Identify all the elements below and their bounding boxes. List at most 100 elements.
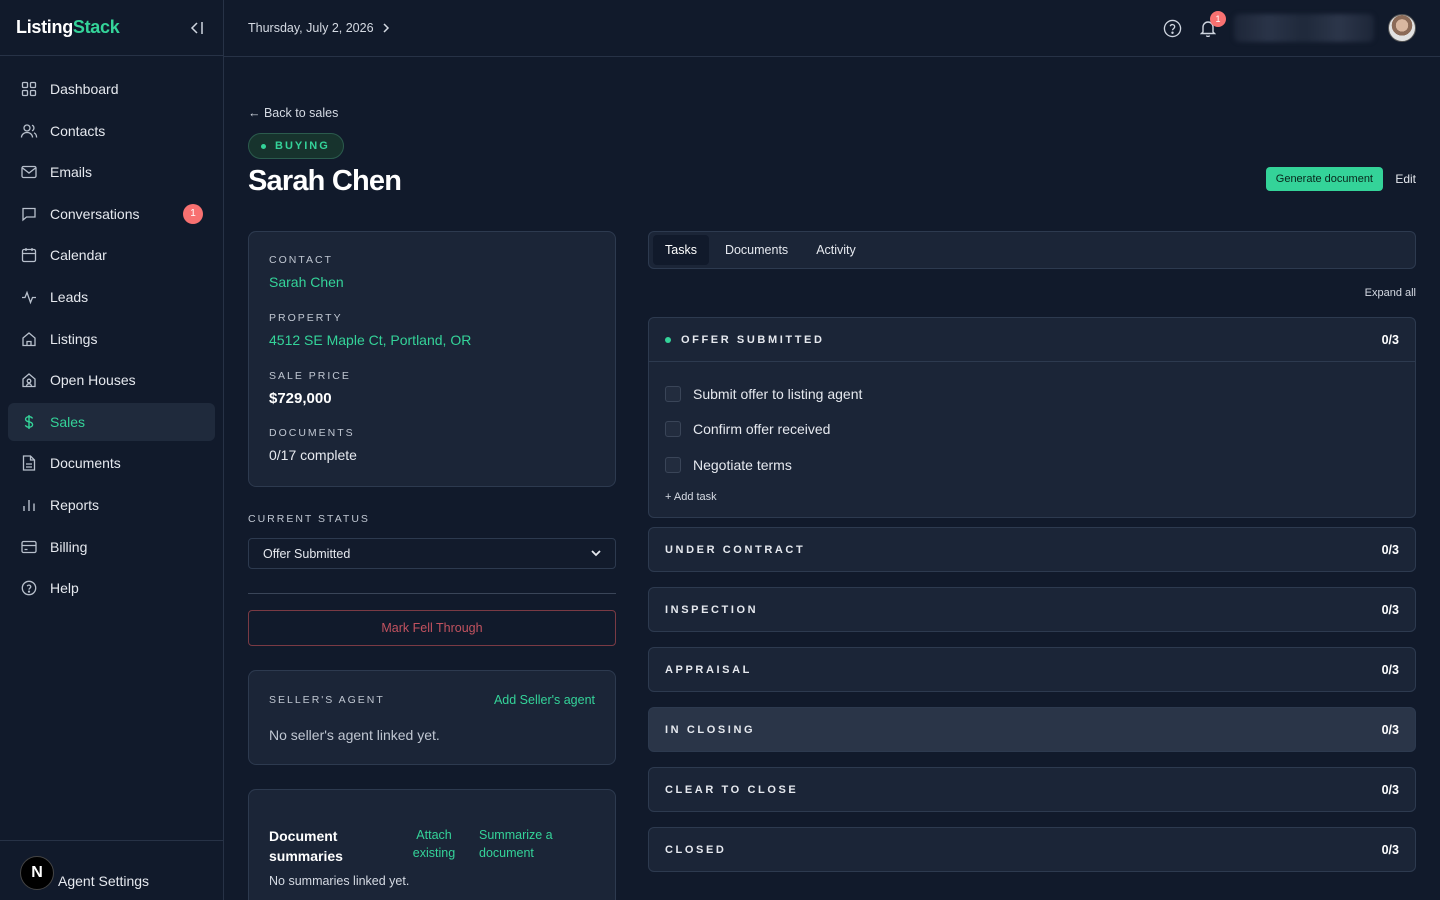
home-icon xyxy=(20,330,38,348)
stage-header[interactable]: UNDER CONTRACT 0/3 xyxy=(649,528,1415,571)
stage-header[interactable]: APPRAISAL 0/3 xyxy=(649,648,1415,691)
stage-count: 0/3 xyxy=(1381,842,1399,857)
page-title: Sarah Chen xyxy=(248,165,402,197)
help-circle-icon xyxy=(20,579,38,597)
attach-existing-link[interactable]: Attach existing xyxy=(399,826,469,862)
top-actions: 1 xyxy=(1162,11,1416,42)
stage-name: IN CLOSING xyxy=(665,723,756,736)
add-sellers-agent-link[interactable]: Add Seller's agent xyxy=(494,693,595,707)
collapse-sidebar-icon[interactable] xyxy=(187,18,207,38)
current-stage-dot xyxy=(665,336,671,343)
contact-link[interactable]: Sarah Chen xyxy=(269,274,595,290)
chat-icon xyxy=(20,205,38,223)
back-to-sales-link[interactable]: ← Back to sales xyxy=(248,106,338,120)
bar-chart-icon xyxy=(20,496,38,514)
sidebar-item-label: Sales xyxy=(50,413,86,430)
sidebar-item-help[interactable]: Help xyxy=(8,569,215,607)
sale-price-label: SALE PRICE xyxy=(269,370,351,382)
add-task-button[interactable]: + Add task xyxy=(665,491,1399,503)
dashboard-icon xyxy=(20,80,38,98)
chevron-down-icon xyxy=(591,550,601,557)
stage-under-contract[interactable]: UNDER CONTRACT 0/3 xyxy=(648,527,1416,572)
sidebar-item-label: Contacts xyxy=(50,122,106,139)
workspace-avatar[interactable]: N xyxy=(20,855,54,890)
mark-fell-through-button[interactable]: Mark Fell Through xyxy=(248,610,616,646)
pill-dot xyxy=(261,143,266,149)
status-selected-value: Offer Submitted xyxy=(263,546,351,561)
open-house-icon xyxy=(20,371,38,389)
sidebar-item-label: Billing xyxy=(50,538,88,555)
generate-document-button[interactable]: Generate document xyxy=(1265,167,1383,191)
stage-in-closing[interactable]: IN CLOSING 0/3 xyxy=(648,707,1416,752)
tab-documents[interactable]: Documents xyxy=(713,235,800,265)
task-row: Submit offer to listing agent xyxy=(665,376,1399,412)
sidebar-item-conversations[interactable]: Conversations 1 xyxy=(8,195,215,233)
mail-icon xyxy=(20,163,38,181)
pill-label: BUYING xyxy=(275,140,330,152)
task-checkbox[interactable] xyxy=(665,421,681,438)
sidebar-item-billing[interactable]: Billing xyxy=(8,528,215,566)
documents-progress: 0/17 complete xyxy=(269,447,357,463)
stage-offer-submitted: OFFER SUBMITTED 0/3 Submit offer to list… xyxy=(648,317,1416,518)
task-label: Submit offer to listing agent xyxy=(693,385,863,402)
document-summaries-card: Document summaries Attach existing Summa… xyxy=(248,789,616,900)
stage-header[interactable]: OFFER SUBMITTED 0/3 xyxy=(649,318,1415,361)
sidebar-item-dashboard[interactable]: Dashboard xyxy=(8,70,215,108)
sidebar-item-label: Reports xyxy=(50,496,100,513)
right-column: Tasks Documents Activity Expand all OFFE… xyxy=(648,231,1416,872)
documents-label: DOCUMENTS xyxy=(269,427,355,439)
sidebar-item-leads[interactable]: Leads xyxy=(8,278,215,316)
sidebar-item-listings[interactable]: Listings xyxy=(8,320,215,358)
sidebar-item-sales[interactable]: Sales xyxy=(8,402,215,441)
stage-clear-to-close[interactable]: CLEAR TO CLOSE 0/3 xyxy=(648,767,1416,812)
stage-inspection[interactable]: INSPECTION 0/3 xyxy=(648,587,1416,632)
sidebar-item-label: Conversations xyxy=(50,205,140,222)
task-checkbox[interactable] xyxy=(665,385,681,402)
summarize-document-link[interactable]: Summarize a document xyxy=(479,826,569,862)
stage-closed[interactable]: CLOSED 0/3 xyxy=(648,827,1416,872)
tab-activity[interactable]: Activity xyxy=(804,235,868,265)
sidebar: ListingStack Dashboard Contacts Emails C… xyxy=(0,0,224,900)
stage-name: CLOSED xyxy=(665,843,727,856)
task-label: Confirm offer received xyxy=(693,421,831,438)
date-picker[interactable]: Thursday, July 2, 2026 xyxy=(248,21,390,35)
sidebar-item-label: Calendar xyxy=(50,247,107,264)
sidebar-item-label: Emails xyxy=(50,164,93,181)
status-select[interactable]: Offer Submitted xyxy=(248,538,616,569)
stage-header[interactable]: CLOSED 0/3 xyxy=(649,828,1415,871)
sidebar-item-label: Leads xyxy=(50,288,89,305)
main-content: ← Back to sales BUYING Sarah Chen Genera… xyxy=(224,57,1440,900)
stage-appraisal[interactable]: APPRAISAL 0/3 xyxy=(648,647,1416,692)
contact-label: CONTACT xyxy=(269,254,333,266)
stage-header[interactable]: IN CLOSING 0/3 xyxy=(649,708,1415,751)
stage-name: APPRAISAL xyxy=(665,663,752,676)
divider xyxy=(248,593,616,594)
tab-tasks[interactable]: Tasks xyxy=(653,235,709,265)
current-date: Thursday, July 2, 2026 xyxy=(248,21,374,35)
property-link[interactable]: 4512 SE Maple Ct, Portland, OR xyxy=(269,332,595,348)
edit-button[interactable]: Edit xyxy=(1395,172,1416,186)
stage-header[interactable]: CLEAR TO CLOSE 0/3 xyxy=(649,768,1415,811)
help-icon[interactable] xyxy=(1162,18,1182,38)
stage-name: UNDER CONTRACT xyxy=(665,543,806,556)
top-bar: Thursday, July 2, 2026 1 xyxy=(224,0,1440,57)
sale-price-value: $729,000 xyxy=(269,390,332,407)
sidebar-item-calendar[interactable]: Calendar xyxy=(8,236,215,274)
sidebar-item-documents[interactable]: Documents xyxy=(8,444,215,482)
agent-settings-link[interactable]: Agent Settings xyxy=(58,873,149,889)
bell-icon[interactable]: 1 xyxy=(1198,11,1226,38)
sidebar-item-open-houses[interactable]: Open Houses xyxy=(8,361,215,399)
task-checkbox[interactable] xyxy=(665,456,681,473)
user-avatar[interactable] xyxy=(1388,14,1416,42)
calendar-icon xyxy=(20,246,38,264)
brand-logo[interactable]: ListingStack xyxy=(16,17,120,38)
conversations-badge: 1 xyxy=(183,203,203,224)
sidebar-item-emails[interactable]: Emails xyxy=(8,153,215,191)
users-icon xyxy=(20,122,38,140)
expand-all-button[interactable]: Expand all xyxy=(1365,287,1416,299)
stage-count: 0/3 xyxy=(1381,782,1399,797)
stage-count: 0/3 xyxy=(1381,602,1399,617)
stage-header[interactable]: INSPECTION 0/3 xyxy=(649,588,1415,631)
sidebar-item-contacts[interactable]: Contacts xyxy=(8,112,215,150)
sidebar-item-reports[interactable]: Reports xyxy=(8,486,215,524)
